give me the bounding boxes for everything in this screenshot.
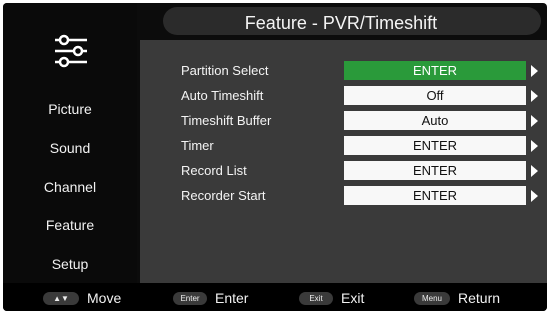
settings-sliders-icon [55, 34, 87, 68]
auto-timeshift-select[interactable]: Off [344, 86, 526, 105]
arrow-right-icon [531, 65, 538, 77]
sidebar-item-feature[interactable]: Feature [3, 217, 137, 233]
timer-button[interactable]: ENTER [344, 136, 526, 155]
return-hint: Return [458, 290, 501, 306]
menu-key-icon: Menu [414, 292, 450, 305]
recorder-start-button[interactable]: ENTER [344, 186, 526, 205]
setting-label-auto-timeshift: Auto Timeshift [181, 88, 264, 103]
arrow-right-icon [531, 115, 538, 127]
arrow-right-icon [531, 90, 538, 102]
page-title: Feature - PVR/Timeshift [244, 13, 438, 33]
sidebar-item-setup[interactable]: Setup [3, 256, 137, 272]
setting-label-timer: Timer [181, 138, 214, 153]
partition-select-button[interactable]: ENTER [344, 61, 526, 80]
setting-label-partition-select: Partition Select [181, 63, 269, 78]
setting-label-record-list: Record List [181, 163, 247, 178]
enter-key-icon: Enter [173, 292, 207, 305]
sidebar-item-channel[interactable]: Channel [3, 179, 137, 195]
enter-hint: Enter [215, 290, 249, 306]
sidebar-item-sound[interactable]: Sound [3, 140, 137, 156]
exit-hint: Exit [341, 290, 365, 306]
arrow-right-icon [531, 140, 538, 152]
exit-key-icon: Exit [299, 292, 333, 305]
move-hint: Move [87, 290, 122, 306]
footer-hints: ▲▼ Move Enter Enter Exit Exit Menu Retur… [3, 283, 547, 311]
arrow-right-icon [531, 165, 538, 177]
arrow-right-icon [531, 190, 538, 202]
record-list-button[interactable]: ENTER [344, 161, 526, 180]
timeshift-buffer-select[interactable]: Auto [344, 111, 526, 130]
tv-menu-frame: Picture Sound Channel Feature Setup Feat… [3, 3, 547, 311]
setting-label-recorder-start: Recorder Start [181, 188, 266, 203]
sidebar: Picture Sound Channel Feature Setup [3, 3, 137, 283]
setting-label-timeshift-buffer: Timeshift Buffer [181, 113, 272, 128]
sidebar-item-picture[interactable]: Picture [3, 101, 137, 117]
up-down-key-icon: ▲▼ [43, 292, 79, 305]
